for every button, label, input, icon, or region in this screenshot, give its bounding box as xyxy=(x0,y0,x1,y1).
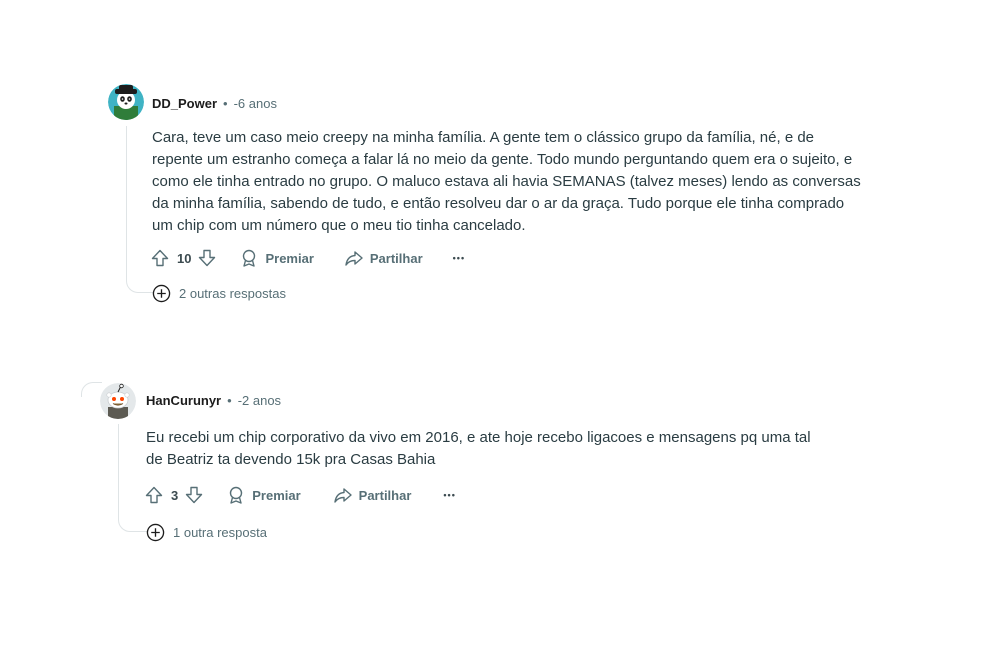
meta-separator: • xyxy=(223,96,228,111)
upvote-icon xyxy=(145,486,163,504)
snoo-avatar-icon xyxy=(100,383,136,419)
meta-separator: • xyxy=(227,393,232,408)
vote-count: 10 xyxy=(177,250,192,266)
comment-text: Cara, teve um caso meio creepy na minha … xyxy=(152,129,861,234)
thread-line xyxy=(126,126,153,293)
thread-line xyxy=(118,424,147,532)
share-icon xyxy=(345,251,363,266)
upvote-button[interactable] xyxy=(150,248,170,268)
username[interactable]: DD_Power xyxy=(152,96,217,111)
downvote-button[interactable] xyxy=(184,485,204,505)
more-replies-label: 1 outra resposta xyxy=(173,525,267,540)
share-icon xyxy=(333,488,352,503)
username[interactable]: HanCurunyr xyxy=(146,393,221,408)
more-replies-label: 2 outras respostas xyxy=(179,286,286,301)
panda-avatar-icon xyxy=(108,84,144,120)
more-options-button[interactable]: ••• xyxy=(453,253,465,263)
comment-meta: HanCurunyr • -2 anos xyxy=(146,393,281,408)
share-label: Partilhar xyxy=(369,250,423,266)
vote-count: 3 xyxy=(171,487,179,503)
timestamp[interactable]: -2 anos xyxy=(238,393,281,408)
comment-text: Eu recebi um chip corporativo da vivo em… xyxy=(146,429,811,468)
nest-line xyxy=(81,382,102,397)
downvote-icon xyxy=(199,249,216,267)
more-options-button[interactable]: ••• xyxy=(443,490,455,500)
timestamp[interactable]: -6 anos xyxy=(234,96,277,111)
expand-plus-icon xyxy=(146,523,165,542)
award-icon xyxy=(230,486,243,504)
user-avatar[interactable] xyxy=(108,84,144,120)
award-button[interactable]: Premiar xyxy=(226,485,301,505)
share-button[interactable]: Partilhar xyxy=(333,485,412,505)
share-button[interactable]: Partilhar xyxy=(344,248,423,268)
share-label: Partilhar xyxy=(358,487,412,503)
award-icon xyxy=(243,249,256,267)
award-label: Premiar xyxy=(265,250,314,266)
upvote-button[interactable] xyxy=(144,485,164,505)
vote-control: 10 xyxy=(150,248,217,268)
expand-plus-icon xyxy=(152,284,171,303)
comment-meta: DD_Power • -6 anos xyxy=(152,96,277,111)
more-replies-link[interactable]: 1 outra resposta xyxy=(146,523,267,542)
comment-body: Eu recebi um chip corporativo da vivo em… xyxy=(146,427,926,471)
downvote-button[interactable] xyxy=(197,248,217,268)
upvote-icon xyxy=(151,249,169,267)
downvote-icon xyxy=(186,486,203,504)
comment-actions: 10 Premiar Partilhar ••• xyxy=(150,246,465,270)
more-options-icon: ••• xyxy=(452,253,466,263)
vote-control: 3 xyxy=(144,485,204,505)
user-avatar[interactable] xyxy=(100,383,136,419)
more-replies-link[interactable]: 2 outras respostas xyxy=(152,284,286,303)
award-button[interactable]: Premiar xyxy=(239,248,314,268)
comment-actions: 3 Premiar Partilhar ••• xyxy=(144,483,456,507)
award-label: Premiar xyxy=(252,487,301,503)
more-options-icon: ••• xyxy=(443,490,456,500)
comment-body: Cara, teve um caso meio creepy na minha … xyxy=(152,127,912,237)
